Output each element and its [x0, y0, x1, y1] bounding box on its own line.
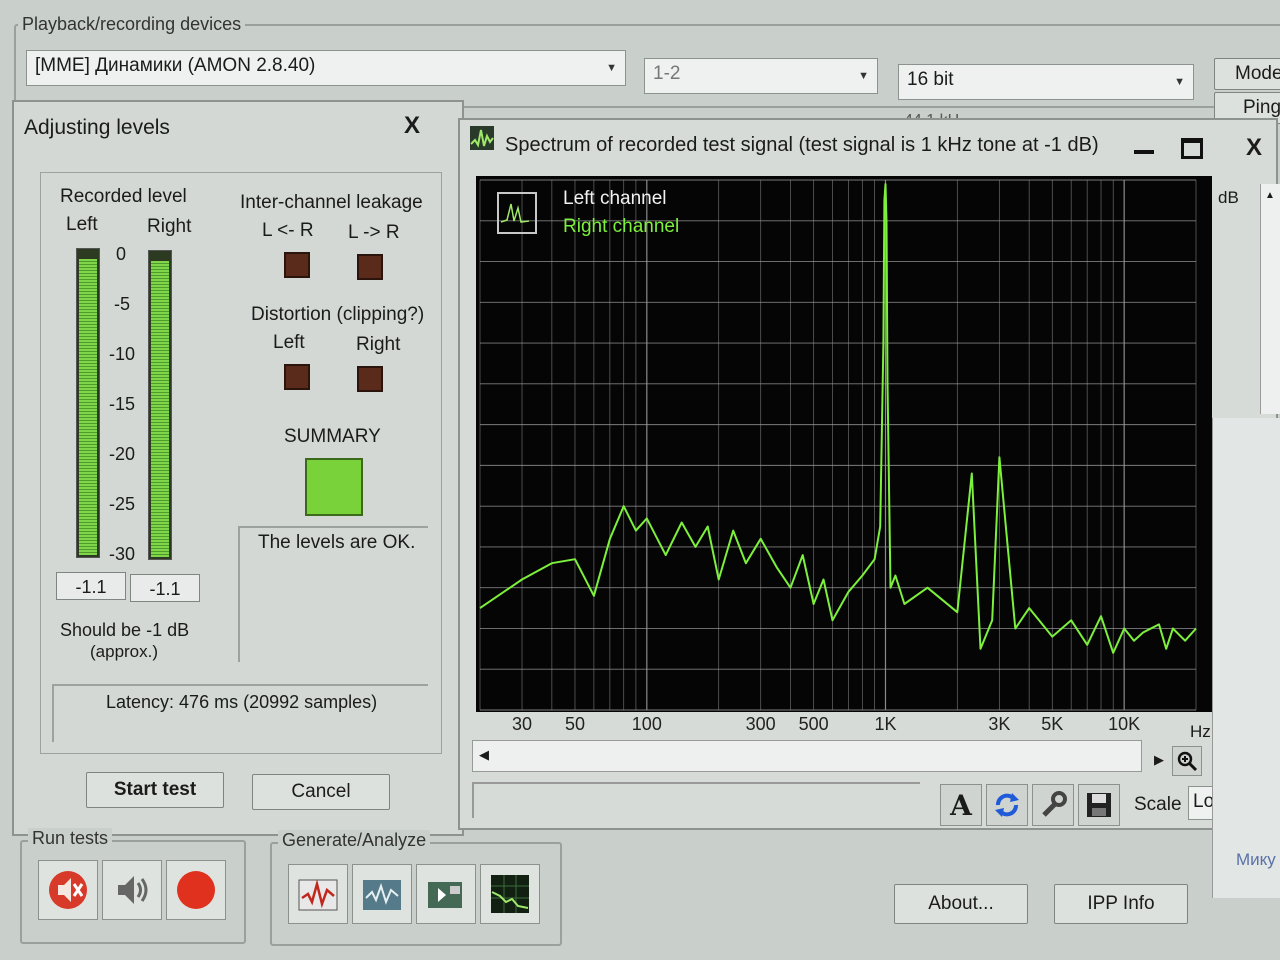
speaker-wave-icon[interactable]	[102, 860, 162, 920]
legend-left-channel: Left channel	[563, 188, 667, 209]
generate-analyze-label: Generate/Analyze	[278, 830, 431, 851]
side-panel-text: Мику	[1236, 850, 1276, 869]
x-tick-label: 500	[799, 714, 829, 734]
export-icon[interactable]	[416, 864, 476, 924]
x-tick-label: 1K	[874, 714, 896, 734]
speaker-stop-icon[interactable]	[38, 860, 98, 920]
font-icon[interactable]: A	[940, 784, 982, 826]
horizontal-scrollbar[interactable]: ◀	[472, 740, 1142, 772]
vertical-scrollbar[interactable]: ▲	[1260, 184, 1280, 414]
scroll-up-icon[interactable]: ▲	[1265, 190, 1275, 201]
side-panel	[1212, 418, 1280, 898]
x-axis-label: Hz	[1190, 722, 1211, 741]
ipp-info-button[interactable]: IPP Info	[1054, 884, 1188, 924]
x-tick-label: 3K	[988, 714, 1010, 734]
analyze-icon[interactable]	[352, 864, 412, 924]
x-tick-label: 50	[565, 714, 585, 734]
wrench-icon[interactable]	[1032, 784, 1074, 826]
scale-label: Scale	[1134, 794, 1182, 815]
status-field	[472, 782, 920, 818]
save-icon[interactable]	[1078, 784, 1120, 826]
run-tests-label: Run tests	[28, 828, 113, 849]
x-tick-label: 300	[746, 714, 776, 734]
series-line-right-channel	[479, 183, 1197, 654]
record-icon[interactable]	[166, 860, 226, 920]
x-tick-label: 100	[632, 714, 662, 734]
legend-right-channel: Right channel	[563, 216, 680, 237]
legend-icon	[497, 192, 537, 234]
about-button[interactable]: About...	[894, 884, 1028, 924]
scale-select-value: Lo	[1193, 791, 1215, 812]
refresh-icon[interactable]	[986, 784, 1028, 826]
generate-icon[interactable]	[288, 864, 348, 924]
y-axis-label: dB	[1218, 188, 1239, 207]
spectrum-icon[interactable]	[480, 864, 540, 924]
scroll-right-icon[interactable]: ▶	[1154, 752, 1164, 768]
x-tick-label: 30	[512, 714, 532, 734]
scroll-left-icon[interactable]: ◀	[479, 747, 489, 763]
zoom-icon[interactable]	[1172, 746, 1202, 776]
x-tick-label: 10K	[1108, 714, 1140, 734]
x-tick-label: 5K	[1041, 714, 1063, 734]
